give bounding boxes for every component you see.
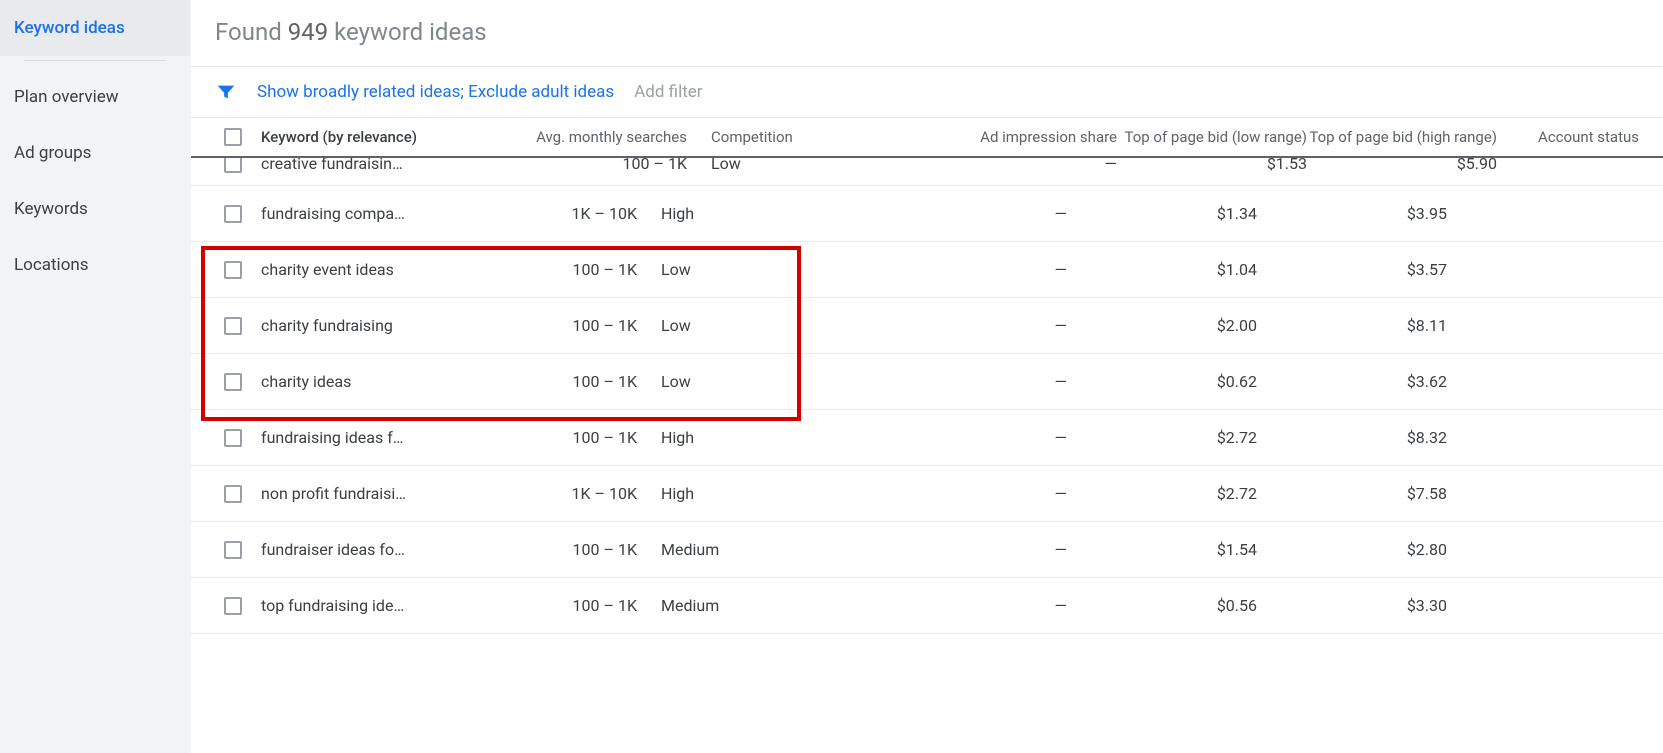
searches-cell: 100 – 1K	[437, 596, 637, 615]
competition-cell: Low	[637, 260, 837, 279]
bid-low-cell: $2.72	[1067, 484, 1257, 503]
active-filters-link[interactable]: Show broadly related ideas; Exclude adul…	[257, 82, 614, 102]
sidebar: Keyword ideas Plan overview Ad groups Ke…	[0, 0, 190, 753]
table-header-row: Keyword (by relevance) Avg. monthly sear…	[191, 118, 1663, 158]
bid-high-cell: $8.32	[1257, 428, 1447, 447]
select-all-cell	[209, 128, 257, 146]
keyword-cell: charity event ideas	[257, 260, 437, 279]
col-header-bid-low[interactable]: Top of page bid (low range)	[1117, 128, 1307, 146]
found-prefix: Found	[215, 18, 288, 46]
table-row[interactable]: creative fundraisin… 100 – 1K Low — $1.5…	[191, 158, 1663, 186]
table-row[interactable]: fundraising ideas f…100 – 1KHigh—$2.72$8…	[191, 410, 1663, 466]
table-row[interactable]: fundraiser ideas fo…100 – 1KMedium—$1.54…	[191, 522, 1663, 578]
sidebar-item-plan-overview[interactable]: Plan overview	[0, 69, 190, 125]
bid-high-cell: $3.30	[1257, 596, 1447, 615]
row-checkbox[interactable]	[224, 205, 242, 223]
results-title: Found 949 keyword ideas	[191, 0, 1663, 66]
bid-high-cell: $5.90	[1307, 158, 1497, 173]
table-body[interactable]: creative fundraisin… 100 – 1K Low — $1.5…	[191, 158, 1663, 753]
sidebar-item-ad-groups[interactable]: Ad groups	[0, 125, 190, 181]
row-checkbox[interactable]	[224, 485, 242, 503]
row-checkbox[interactable]	[224, 317, 242, 335]
table-row[interactable]: non profit fundraisi…1K – 10KHigh—$2.72$…	[191, 466, 1663, 522]
bid-high-cell: $8.11	[1257, 316, 1447, 335]
share-cell: —	[837, 204, 1067, 223]
filter-bar: Show broadly related ideas; Exclude adul…	[191, 66, 1663, 118]
col-header-bid-high[interactable]: Top of page bid (high range)	[1307, 128, 1497, 146]
searches-cell: 100 – 1K	[437, 316, 637, 335]
row-checkbox[interactable]	[224, 373, 242, 391]
bid-low-cell: $1.04	[1067, 260, 1257, 279]
competition-cell: Low	[687, 158, 887, 173]
table-row[interactable]: top fundraising ide…100 – 1KMedium—$0.56…	[191, 578, 1663, 634]
bid-low-cell: $1.54	[1067, 540, 1257, 559]
col-header-searches[interactable]: Avg. monthly searches	[487, 128, 687, 146]
keyword-cell: creative fundraisin…	[257, 158, 487, 173]
searches-cell: 1K – 10K	[437, 204, 637, 223]
row-checkbox[interactable]	[224, 429, 242, 447]
sidebar-item-keywords[interactable]: Keywords	[0, 181, 190, 237]
keyword-cell: non profit fundraisi…	[257, 484, 437, 503]
share-cell: —	[837, 428, 1067, 447]
sidebar-divider	[24, 60, 166, 61]
bid-low-cell: $1.34	[1067, 204, 1257, 223]
share-cell: —	[837, 596, 1067, 615]
sidebar-item-keyword-ideas[interactable]: Keyword ideas	[0, 0, 190, 56]
competition-cell: Low	[637, 372, 837, 391]
col-header-keyword[interactable]: Keyword (by relevance)	[257, 128, 487, 146]
bid-high-cell: $7.58	[1257, 484, 1447, 503]
sidebar-item-locations[interactable]: Locations	[0, 237, 190, 293]
bid-high-cell: $2.80	[1257, 540, 1447, 559]
bid-high-cell: $3.62	[1257, 372, 1447, 391]
table-row[interactable]: charity fundraising100 – 1KLow—$2.00$8.1…	[191, 298, 1663, 354]
row-checkbox[interactable]	[224, 597, 242, 615]
found-suffix: keyword ideas	[328, 18, 486, 46]
competition-cell: Medium	[637, 540, 837, 559]
table-row[interactable]: charity event ideas100 – 1KLow—$1.04$3.5…	[191, 242, 1663, 298]
keyword-cell: fundraising ideas f…	[257, 428, 437, 447]
searches-cell: 1K – 10K	[437, 484, 637, 503]
keyword-cell: top fundraising ide…	[257, 596, 437, 615]
row-checkbox[interactable]	[224, 261, 242, 279]
add-filter-button[interactable]: Add filter	[634, 82, 702, 102]
competition-cell: High	[637, 484, 837, 503]
bid-low-cell: $2.00	[1067, 316, 1257, 335]
competition-cell: Low	[637, 316, 837, 335]
col-header-competition[interactable]: Competition	[687, 128, 887, 146]
col-header-account-status[interactable]: Account status	[1497, 128, 1639, 146]
share-cell: —	[837, 484, 1067, 503]
searches-cell: 100 – 1K	[437, 260, 637, 279]
competition-cell: High	[637, 204, 837, 223]
col-header-impression-share[interactable]: Ad impression share	[887, 128, 1117, 146]
table-row[interactable]: fundraising compa…1K – 10KHigh—$1.34$3.9…	[191, 186, 1663, 242]
keyword-cell: charity ideas	[257, 372, 437, 391]
keyword-cell: fundraising compa…	[257, 204, 437, 223]
keyword-cell: fundraiser ideas fo…	[257, 540, 437, 559]
searches-cell: 100 – 1K	[437, 540, 637, 559]
bid-low-cell: $1.53	[1117, 158, 1307, 173]
competition-cell: High	[637, 428, 837, 447]
bid-low-cell: $0.62	[1067, 372, 1257, 391]
found-count: 949	[288, 18, 328, 46]
main-content: Found 949 keyword ideas Show broadly rel…	[190, 0, 1663, 753]
share-cell: —	[887, 158, 1117, 173]
bid-low-cell: $2.72	[1067, 428, 1257, 447]
share-cell: —	[837, 540, 1067, 559]
share-cell: —	[837, 260, 1067, 279]
table-row[interactable]: charity ideas100 – 1KLow—$0.62$3.62	[191, 354, 1663, 410]
searches-cell: 100 – 1K	[437, 372, 637, 391]
row-checkbox[interactable]	[224, 541, 242, 559]
filter-icon[interactable]	[215, 81, 237, 103]
row-checkbox[interactable]	[224, 158, 242, 173]
bid-high-cell: $3.95	[1257, 204, 1447, 223]
bid-high-cell: $3.57	[1257, 260, 1447, 279]
competition-cell: Medium	[637, 596, 837, 615]
share-cell: —	[837, 316, 1067, 335]
select-all-checkbox[interactable]	[224, 128, 242, 146]
searches-cell: 100 – 1K	[487, 158, 687, 173]
bid-low-cell: $0.56	[1067, 596, 1257, 615]
share-cell: —	[837, 372, 1067, 391]
searches-cell: 100 – 1K	[437, 428, 637, 447]
keyword-cell: charity fundraising	[257, 316, 437, 335]
